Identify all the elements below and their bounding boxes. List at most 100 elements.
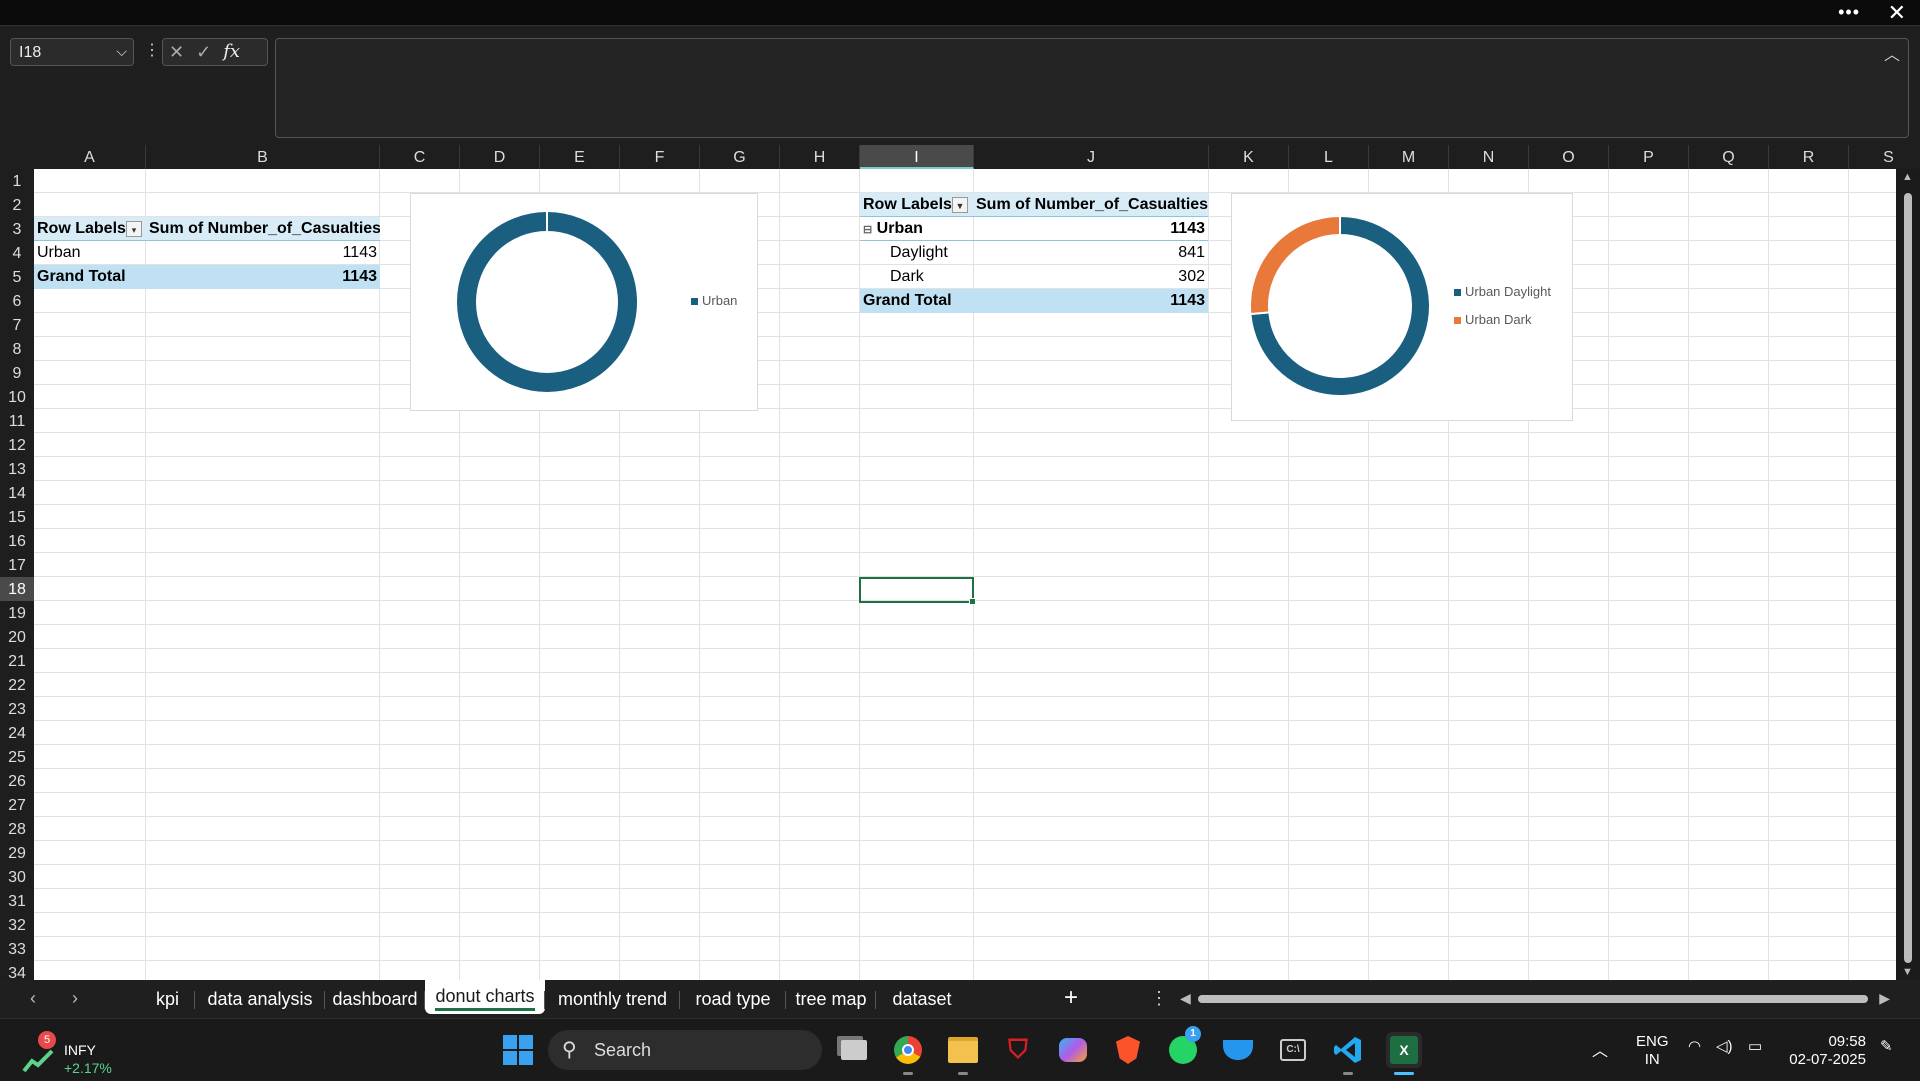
row-header-1[interactable]: 1 xyxy=(0,169,34,193)
chart2-legend-item[interactable]: Urban Dark xyxy=(1454,312,1531,327)
column-header-b[interactable]: B xyxy=(146,145,380,169)
row-header-32[interactable]: 32 xyxy=(0,913,34,937)
docker-icon[interactable] xyxy=(1220,1032,1256,1068)
clock[interactable]: 09:58 02-07-2025 xyxy=(1784,1033,1866,1069)
chart2-legend-item[interactable]: Urban Daylight xyxy=(1454,284,1551,299)
sheet-tab-road-type[interactable]: road type xyxy=(680,980,786,1018)
row-header-20[interactable]: 20 xyxy=(0,625,34,649)
battery-icon[interactable]: ▭ xyxy=(1748,1037,1762,1055)
sheet-tab-data-analysis[interactable]: data analysis xyxy=(195,980,325,1018)
language-indicator[interactable]: ENG IN xyxy=(1636,1033,1669,1069)
row-header-34[interactable]: 34 xyxy=(0,961,34,980)
sheet-tab-dashboard[interactable]: dashboard xyxy=(325,980,425,1018)
column-header-n[interactable]: N xyxy=(1449,145,1529,169)
column-header-p[interactable]: P xyxy=(1609,145,1689,169)
column-header-r[interactable]: R xyxy=(1769,145,1849,169)
cell-grid[interactable]: Row Labels ▾ Sum of Number_of_Casualties… xyxy=(34,169,1896,980)
row-header-4[interactable]: 4 xyxy=(0,241,34,265)
sheet-tab-monthly-trend[interactable]: monthly trend xyxy=(545,980,680,1018)
row-header-18[interactable]: 18 xyxy=(0,577,34,601)
more-options-icon[interactable]: ••• xyxy=(1838,2,1860,23)
row-header-5[interactable]: 5 xyxy=(0,265,34,289)
sheet-tab-dataset[interactable]: dataset xyxy=(876,980,968,1018)
windows-start-icon[interactable] xyxy=(500,1032,536,1068)
row-header-15[interactable]: 15 xyxy=(0,505,34,529)
column-header-k[interactable]: K xyxy=(1209,145,1289,169)
column-header-i[interactable]: I xyxy=(860,145,974,169)
chart1-legend-item[interactable]: Urban xyxy=(691,293,737,308)
row-header-14[interactable]: 14 xyxy=(0,481,34,505)
row-header-2[interactable]: 2 xyxy=(0,193,34,217)
column-header-c[interactable]: C xyxy=(380,145,460,169)
column-header-j[interactable]: J xyxy=(974,145,1209,169)
donut-slice-urban-dark[interactable] xyxy=(1249,214,1341,316)
row-header-31[interactable]: 31 xyxy=(0,889,34,913)
vertical-scrollbar[interactable]: ▲ ▼ xyxy=(1896,169,1920,980)
chevron-down-icon[interactable]: ⌵ xyxy=(116,43,127,60)
row-header-6[interactable]: 6 xyxy=(0,289,34,313)
chrome-icon[interactable] xyxy=(890,1032,926,1068)
column-header-s[interactable]: S xyxy=(1849,145,1920,169)
volume-icon[interactable]: ◁) xyxy=(1716,1037,1733,1055)
excel-icon[interactable]: X xyxy=(1386,1032,1422,1068)
pivot1-value-header[interactable]: Sum of Number_of_Casualties xyxy=(146,217,380,241)
row-header-7[interactable]: 7 xyxy=(0,313,34,337)
task-view-icon[interactable] xyxy=(836,1032,872,1068)
pivot1-grand-total-label[interactable]: Grand Total xyxy=(34,265,146,289)
vertical-scroll-thumb[interactable] xyxy=(1904,193,1912,963)
active-cell[interactable] xyxy=(859,577,976,605)
vertical-dots-icon[interactable]: ⋮ xyxy=(144,40,160,60)
taskbar-search[interactable]: ⚲ Search xyxy=(548,1030,822,1070)
row-header-27[interactable]: 27 xyxy=(0,793,34,817)
pivot2-grand-total-label[interactable]: Grand Total xyxy=(860,289,973,313)
sheet-options-icon[interactable]: ⋮ xyxy=(1150,988,1168,1009)
donut-chart-2[interactable]: Urban Daylight Urban Dark xyxy=(1231,193,1573,421)
row-header-23[interactable]: 23 xyxy=(0,697,34,721)
pivot2-group-value[interactable]: 1143 xyxy=(973,217,1208,241)
pivot2-row-label[interactable]: Dark xyxy=(860,265,973,289)
horizontal-scrollbar[interactable]: ◀ ▶ xyxy=(1180,990,1890,1007)
scroll-down-icon[interactable]: ▼ xyxy=(1902,966,1913,978)
pivot2-grand-total-value[interactable]: 1143 xyxy=(973,289,1208,313)
row-header-21[interactable]: 21 xyxy=(0,649,34,673)
collapse-formula-bar-icon[interactable]: ︿ xyxy=(1884,41,1900,65)
collapse-toggle-icon[interactable]: ⊟ xyxy=(863,224,872,236)
notifications-icon[interactable]: ✎ xyxy=(1880,1037,1893,1055)
pivot2-value-header[interactable]: Sum of Number_of_Casualties xyxy=(973,193,1208,217)
column-header-o[interactable]: O xyxy=(1529,145,1609,169)
column-header-m[interactable]: M xyxy=(1369,145,1449,169)
row-header-28[interactable]: 28 xyxy=(0,817,34,841)
column-header-h[interactable]: H xyxy=(780,145,860,169)
formula-input[interactable]: ︿ xyxy=(275,38,1909,138)
vscode-icon[interactable] xyxy=(1330,1032,1366,1068)
row-header-17[interactable]: 17 xyxy=(0,553,34,577)
pivot2-group-label[interactable]: ⊟ Urban xyxy=(860,217,973,241)
donut-chart-1[interactable]: Urban xyxy=(410,193,758,411)
column-header-l[interactable]: L xyxy=(1289,145,1369,169)
mcafee-icon[interactable]: ⛉ xyxy=(1000,1032,1036,1068)
row-header-9[interactable]: 9 xyxy=(0,361,34,385)
pivot1-grand-total-value[interactable]: 1143 xyxy=(146,265,380,289)
row-header-26[interactable]: 26 xyxy=(0,769,34,793)
pivot1-filter-dropdown-icon[interactable]: ▾ xyxy=(126,221,142,237)
pivot2-filter-icon[interactable]: ▼ xyxy=(952,197,968,213)
row-header-10[interactable]: 10 xyxy=(0,385,34,409)
insert-function-icon[interactable]: fx xyxy=(223,42,240,62)
next-sheet-icon[interactable]: › xyxy=(72,988,78,1009)
row-header-30[interactable]: 30 xyxy=(0,865,34,889)
sheet-tab-tree-map[interactable]: tree map xyxy=(786,980,876,1018)
row-header-33[interactable]: 33 xyxy=(0,937,34,961)
scroll-up-icon[interactable]: ▲ xyxy=(1902,171,1913,183)
whatsapp-icon[interactable]: 1 xyxy=(1165,1026,1201,1068)
file-explorer-icon[interactable] xyxy=(945,1032,981,1068)
scroll-left-icon[interactable]: ◀ xyxy=(1180,990,1191,1007)
show-hidden-icons[interactable]: ︿ xyxy=(1592,1037,1608,1061)
column-header-f[interactable]: F xyxy=(620,145,700,169)
donut-slice-urban[interactable] xyxy=(457,212,637,392)
copilot-icon[interactable] xyxy=(1055,1032,1091,1068)
row-header-29[interactable]: 29 xyxy=(0,841,34,865)
add-sheet-icon[interactable]: + xyxy=(1064,984,1078,1012)
horizontal-scroll-thumb[interactable] xyxy=(1198,995,1868,1003)
row-header-25[interactable]: 25 xyxy=(0,745,34,769)
close-icon[interactable]: ✕ xyxy=(1888,0,1906,26)
